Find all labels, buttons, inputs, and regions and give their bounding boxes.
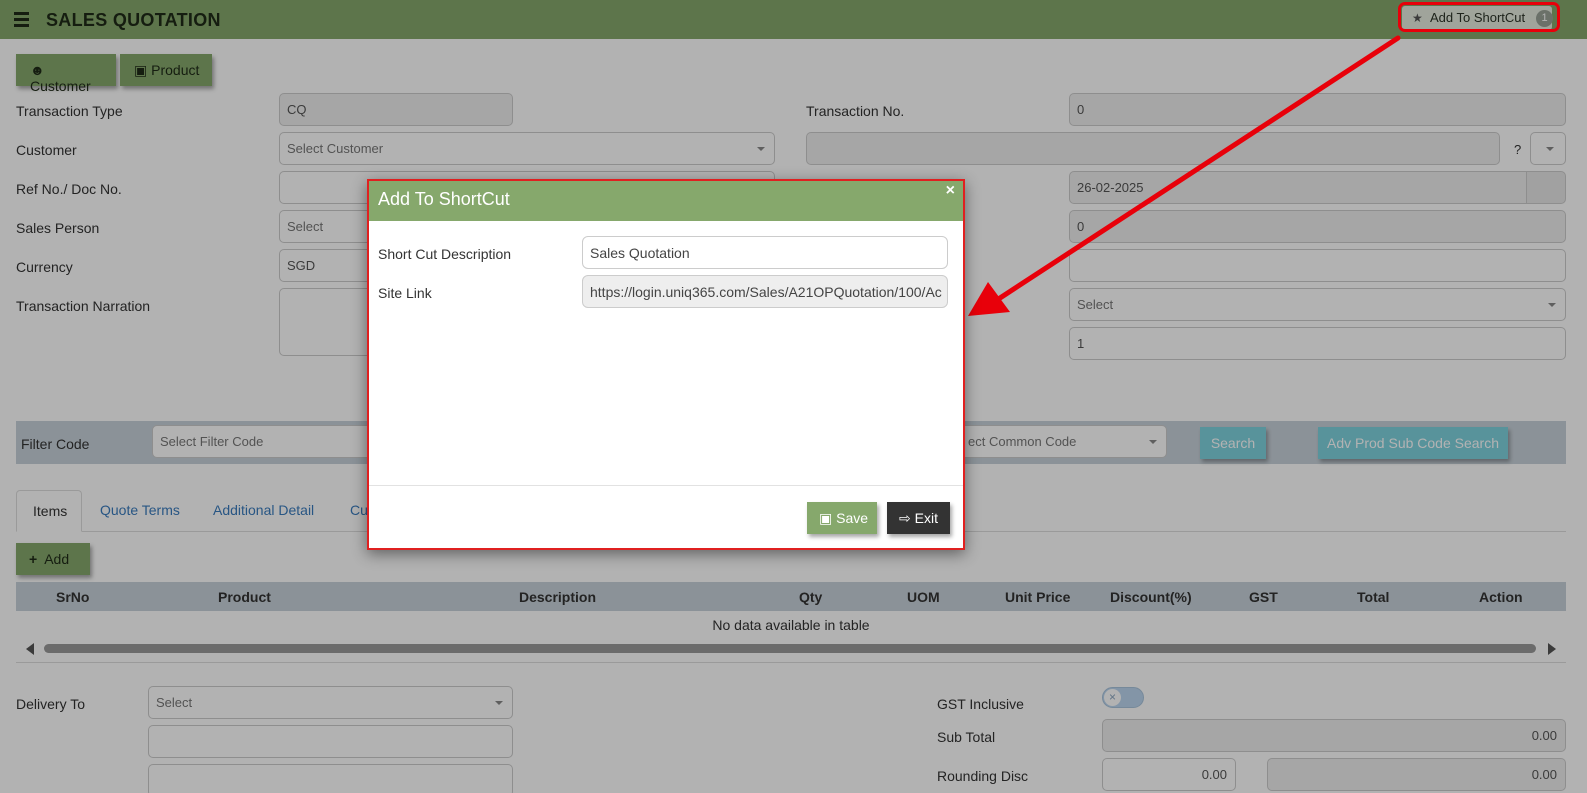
site-link-label: Site Link: [378, 285, 432, 301]
sign-out-icon: ⇨: [899, 510, 911, 526]
shortcut-description-input[interactable]: Sales Quotation: [582, 236, 948, 269]
modal-footer-divider: [369, 485, 963, 486]
exit-button-label: Exit: [914, 510, 938, 526]
modal-title: Add To ShortCut: [378, 189, 510, 209]
exit-button[interactable]: ⇨ Exit: [887, 502, 950, 534]
save-button-label: Save: [836, 510, 869, 526]
add-to-shortcut-modal: Add To ShortCut × Short Cut Description …: [367, 179, 965, 550]
save-button[interactable]: ▣ Save: [807, 502, 877, 534]
close-icon[interactable]: ×: [946, 182, 955, 200]
shortcut-description-label: Short Cut Description: [378, 246, 512, 262]
site-link-input: https://login.uniq365.com/Sales/A21OPQuo…: [582, 275, 948, 308]
save-icon: ▣: [819, 510, 833, 526]
modal-header: Add To ShortCut ×: [369, 181, 963, 221]
